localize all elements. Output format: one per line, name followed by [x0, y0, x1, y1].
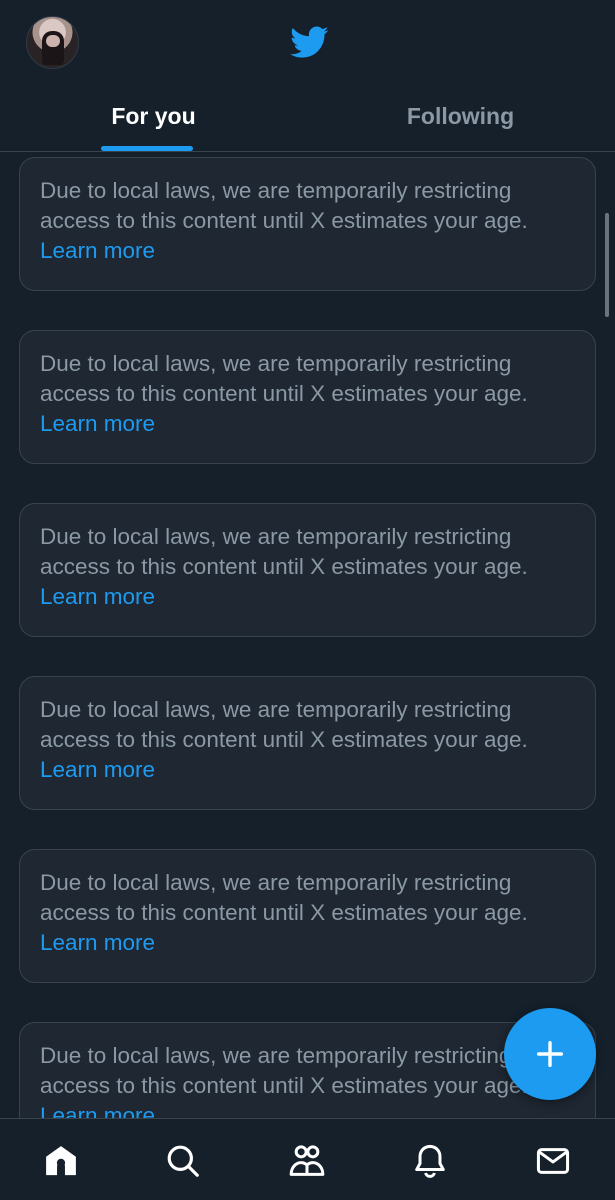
restriction-message: Due to local laws, we are temporarily re…	[40, 697, 528, 752]
nav-communities-button[interactable]	[285, 1139, 329, 1183]
nav-home-button[interactable]	[39, 1139, 83, 1183]
restricted-content-notice: Due to local laws, we are temporarily re…	[19, 330, 596, 464]
app-root: For you Following Due to local laws, we …	[0, 0, 615, 1200]
learn-more-link[interactable]: Learn more	[40, 755, 155, 785]
bottom-navigation	[0, 1118, 615, 1200]
communities-icon	[289, 1145, 325, 1176]
restricted-content-notice: Due to local laws, we are temporarily re…	[19, 503, 596, 637]
tab-following[interactable]: Following	[307, 80, 614, 152]
plus-icon	[536, 1040, 564, 1068]
top-bar	[0, 0, 615, 80]
restriction-message: Due to local laws, we are temporarily re…	[40, 178, 528, 233]
restriction-message: Due to local laws, we are temporarily re…	[40, 524, 528, 579]
restriction-message: Due to local laws, we are temporarily re…	[40, 870, 528, 925]
avatar-detail	[46, 35, 60, 47]
learn-more-link[interactable]: Learn more	[40, 928, 155, 958]
nav-search-button[interactable]	[161, 1139, 205, 1183]
restricted-content-notice: Due to local laws, we are temporarily re…	[19, 849, 596, 983]
learn-more-link[interactable]: Learn more	[40, 409, 155, 439]
feed-scrollbar[interactable]	[605, 213, 609, 317]
tab-for-you[interactable]: For you	[0, 80, 307, 152]
learn-more-link[interactable]: Learn more	[40, 236, 155, 266]
active-tab-indicator	[101, 146, 193, 151]
restricted-content-notice: Due to local laws, we are temporarily re…	[19, 676, 596, 810]
timeline-feed[interactable]: Due to local laws, we are temporarily re…	[0, 152, 615, 1118]
compose-post-button[interactable]	[504, 1008, 596, 1100]
bell-icon	[415, 1144, 445, 1178]
nav-messages-button[interactable]	[531, 1139, 575, 1183]
learn-more-link[interactable]: Learn more	[40, 582, 155, 612]
mail-icon	[536, 1148, 570, 1174]
search-icon	[167, 1145, 199, 1177]
learn-more-link[interactable]: Learn more	[40, 1101, 155, 1118]
twitter-bird-icon	[290, 26, 329, 58]
restriction-message: Due to local laws, we are temporarily re…	[40, 351, 528, 406]
profile-avatar[interactable]	[26, 16, 79, 69]
restriction-message: Due to local laws, we are temporarily re…	[40, 1043, 528, 1098]
restricted-content-notice: Due to local laws, we are temporarily re…	[19, 157, 596, 291]
nav-notifications-button[interactable]	[408, 1139, 452, 1183]
timeline-tabs: For you Following	[0, 80, 615, 152]
home-icon	[46, 1146, 76, 1176]
